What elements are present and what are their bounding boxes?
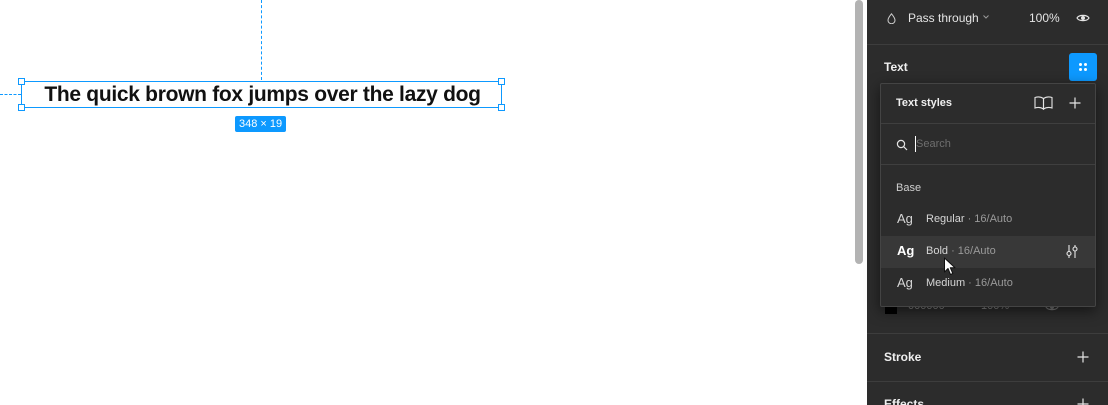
canvas-scrollbar[interactable]: [855, 0, 863, 264]
text-layer-content[interactable]: The quick brown fox jumps over the lazy …: [22, 83, 503, 107]
create-style-plus-icon[interactable]: [1069, 97, 1081, 109]
stroke-section-title: Stroke: [884, 350, 922, 364]
style-label: Medium · 16/Auto: [926, 277, 1013, 289]
canvas[interactable]: The quick brown fox jumps over the lazy …: [0, 0, 867, 405]
text-styles-button[interactable]: [1069, 53, 1097, 81]
resize-handle-top-right[interactable]: [498, 78, 505, 85]
style-search-input[interactable]: [916, 134, 1081, 154]
dimension-badge: 348 × 19: [235, 116, 287, 132]
layer-row: Pass through 100%: [867, 0, 1108, 40]
cursor-hand-icon: [944, 257, 956, 275]
layer-opacity-input[interactable]: 100%: [1029, 11, 1060, 25]
style-group-label: Base: [896, 182, 922, 194]
resize-handle-top-left[interactable]: [18, 78, 25, 85]
style-label: Regular · 16/Auto: [926, 213, 1013, 225]
adjust-sliders-icon[interactable]: [1065, 244, 1079, 259]
popover-title: Text styles: [896, 97, 953, 109]
vertical-guide: [261, 0, 262, 80]
style-item-regular[interactable]: Ag Regular · 16/Auto: [881, 204, 1095, 236]
text-section-title: Text: [884, 60, 908, 74]
effects-section-title: Effects: [884, 397, 925, 405]
style-preview: Ag: [897, 243, 915, 258]
book-icon[interactable]: [1034, 96, 1053, 110]
selected-text-layer[interactable]: The quick brown fox jumps over the lazy …: [18, 78, 505, 111]
section-divider: [867, 381, 1108, 382]
resize-handle-bottom-right[interactable]: [498, 104, 505, 111]
horizontal-guide: [0, 94, 21, 95]
section-divider: [867, 333, 1108, 334]
add-effect-plus-icon[interactable]: [1077, 398, 1089, 405]
style-label: Bold · 16/Auto: [926, 245, 996, 257]
add-stroke-plus-icon[interactable]: [1077, 351, 1089, 363]
resize-handle-bottom-left[interactable]: [18, 104, 25, 111]
popover-divider: [881, 164, 1095, 165]
section-divider: [867, 44, 1108, 45]
blend-mode-select[interactable]: Pass through: [908, 11, 979, 25]
style-item-bold[interactable]: Ag Bold · 16/Auto: [881, 236, 1095, 268]
style-item-medium[interactable]: Ag Medium · 16/Auto: [881, 268, 1095, 300]
drop-icon: [887, 13, 896, 24]
eye-icon[interactable]: [1076, 12, 1090, 24]
text-styles-popover: Text styles Base Ag Regular · 16/Auto Ag…: [880, 83, 1096, 307]
style-preview: Ag: [897, 275, 913, 290]
popover-divider: [881, 123, 1095, 124]
style-preview: Ag: [897, 211, 913, 226]
search-icon: [896, 139, 908, 151]
chevron-down-icon[interactable]: [982, 13, 990, 21]
